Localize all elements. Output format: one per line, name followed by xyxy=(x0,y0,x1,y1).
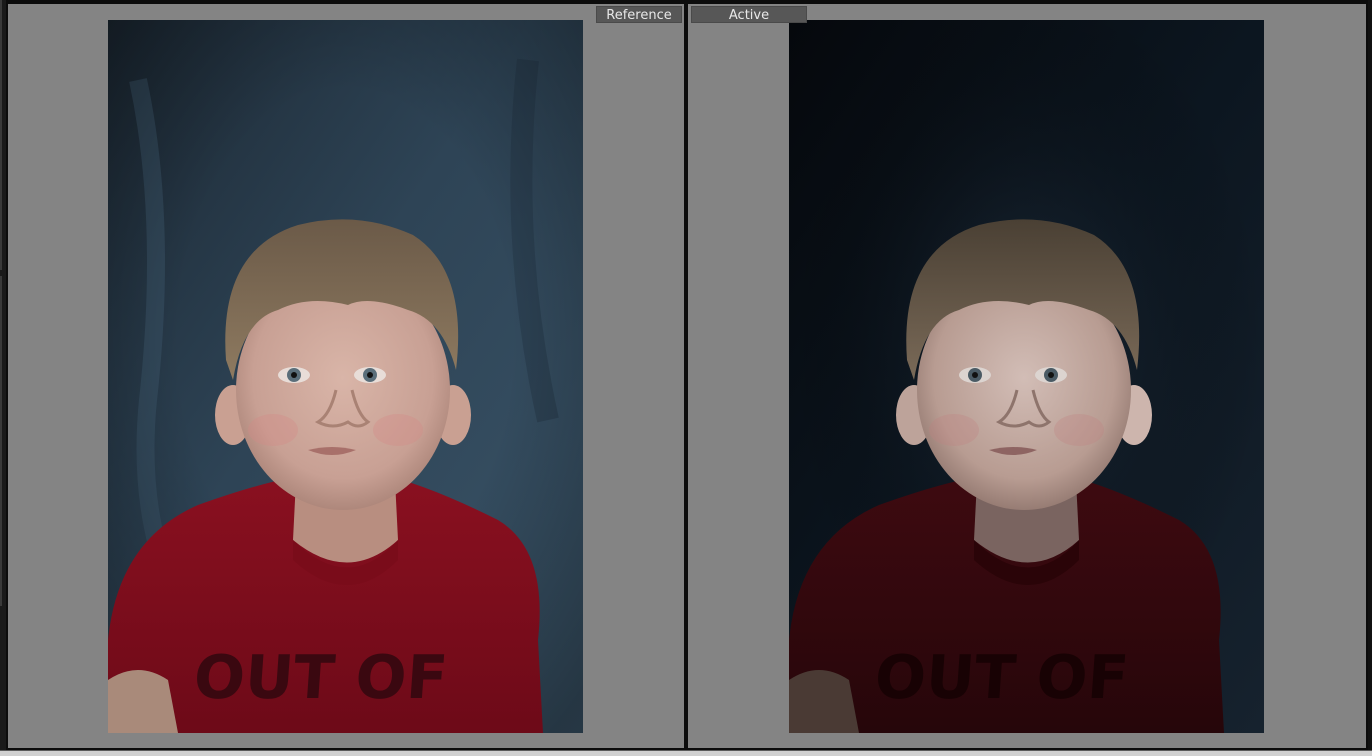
reference-pane[interactable]: OUT OF Reference xyxy=(8,4,684,748)
right-panel-edge[interactable] xyxy=(1368,0,1372,750)
portrait-photo-icon: OUT OF xyxy=(108,20,583,733)
panel-edge-handle-top[interactable] xyxy=(0,0,2,270)
active-pane[interactable]: OUT OF Active xyxy=(688,4,1366,748)
left-panel-edge[interactable] xyxy=(0,0,6,756)
portrait-photo-dark-icon: OUT OF xyxy=(789,20,1264,733)
reference-label: Reference xyxy=(596,6,682,23)
active-photo[interactable]: OUT OF xyxy=(789,20,1264,733)
bottom-panel-edge-line xyxy=(0,750,1372,751)
reference-photo[interactable]: OUT OF xyxy=(108,20,583,733)
reference-shirt-text: OUT OF xyxy=(192,643,450,713)
compare-view: OUT OF Reference OUT OF Active xyxy=(0,0,1372,756)
active-shirt-text: OUT OF xyxy=(873,643,1131,713)
active-label: Active xyxy=(691,6,807,23)
bottom-panel-edge[interactable] xyxy=(0,750,1372,756)
panel-edge-handle-bottom[interactable] xyxy=(0,276,2,606)
